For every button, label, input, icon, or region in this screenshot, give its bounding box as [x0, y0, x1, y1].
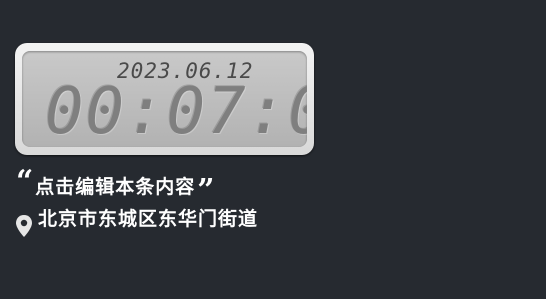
location-row[interactable]: 北京市东城区东华门街道: [14, 206, 258, 238]
close-quote-mark: ”: [197, 173, 215, 208]
lcd-display: 2023.06.12 00:07:03: [22, 51, 307, 147]
location-address: 北京市东城区东华门街道: [38, 208, 259, 230]
map-pin-icon: [16, 215, 32, 237]
watermark-canvas: 2023.06.12 00:07:03 “ 点击编辑本条内容 ” 北京市东城区东…: [0, 0, 546, 299]
lcd-time: 00:07:03: [45, 75, 307, 147]
digital-clock-widget[interactable]: 2023.06.12 00:07:03: [15, 43, 314, 155]
editable-caption[interactable]: “ 点击编辑本条内容 ”: [16, 164, 215, 206]
open-quote-mark: “: [16, 164, 34, 199]
caption-text[interactable]: 点击编辑本条内容: [35, 172, 195, 199]
